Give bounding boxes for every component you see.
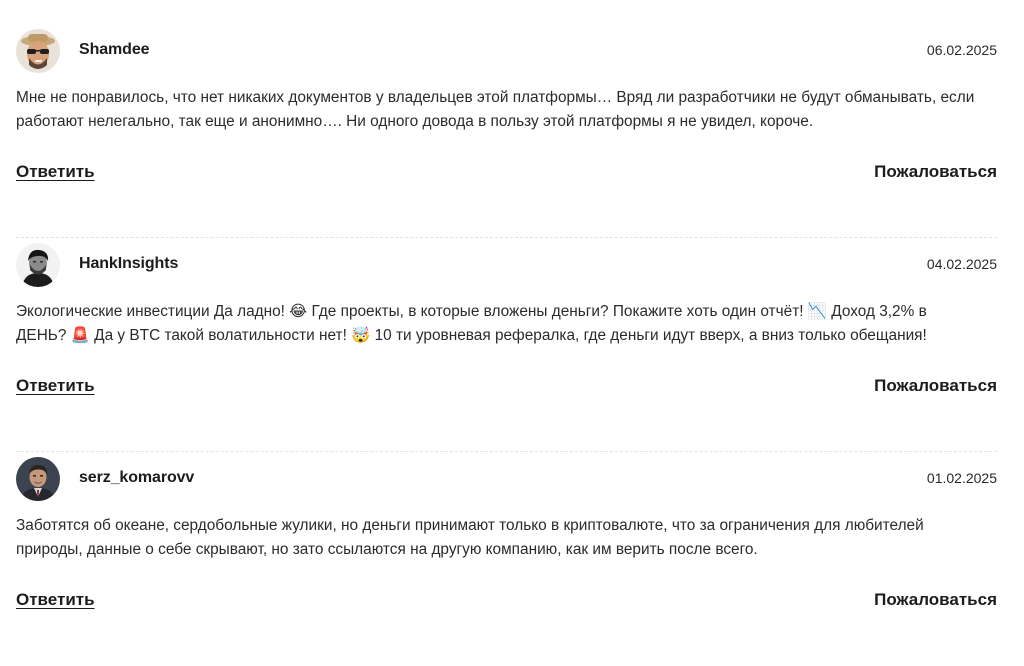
avatar[interactable] xyxy=(16,243,60,287)
review-text: Экологические инвестиции Да ладно! 😂 Где… xyxy=(16,303,927,344)
reply-link[interactable]: Ответить xyxy=(16,376,95,396)
review-item: HankInsights 04.02.2025 Экологические ин… xyxy=(16,238,997,452)
avatar-man-sunglasses-hat-icon xyxy=(16,29,60,73)
author-name[interactable]: Shamdee xyxy=(79,41,150,59)
complain-button[interactable]: Пожаловаться xyxy=(874,162,997,182)
reviews-list: Shamdee 06.02.2025 Мне не понравилось, ч… xyxy=(0,0,1024,627)
author-name[interactable]: HankInsights xyxy=(79,255,178,273)
review-item: Shamdee 06.02.2025 Мне не понравилось, ч… xyxy=(16,24,997,238)
complain-button[interactable]: Пожаловаться xyxy=(874,590,997,610)
avatar-man-bw-portrait-icon xyxy=(16,243,60,287)
avatar[interactable] xyxy=(16,457,60,501)
reply-link[interactable]: Ответить xyxy=(16,162,95,182)
avatar-man-suit-icon xyxy=(16,457,60,501)
review-date: 06.02.2025 xyxy=(926,42,997,58)
review-item: serz_komarovv 01.02.2025 Заботятся об ок… xyxy=(16,452,997,666)
review-text: Мне не понравилось, что нет никаких доку… xyxy=(16,89,975,130)
review-text: Заботятся об океане, сердобольные жулики… xyxy=(16,517,924,558)
avatar[interactable] xyxy=(16,29,60,73)
complain-button[interactable]: Пожаловаться xyxy=(874,376,997,396)
reply-link[interactable]: Ответить xyxy=(16,590,95,610)
author-name[interactable]: serz_komarovv xyxy=(79,469,194,487)
review-date: 04.02.2025 xyxy=(926,256,997,272)
review-date: 01.02.2025 xyxy=(926,470,997,486)
